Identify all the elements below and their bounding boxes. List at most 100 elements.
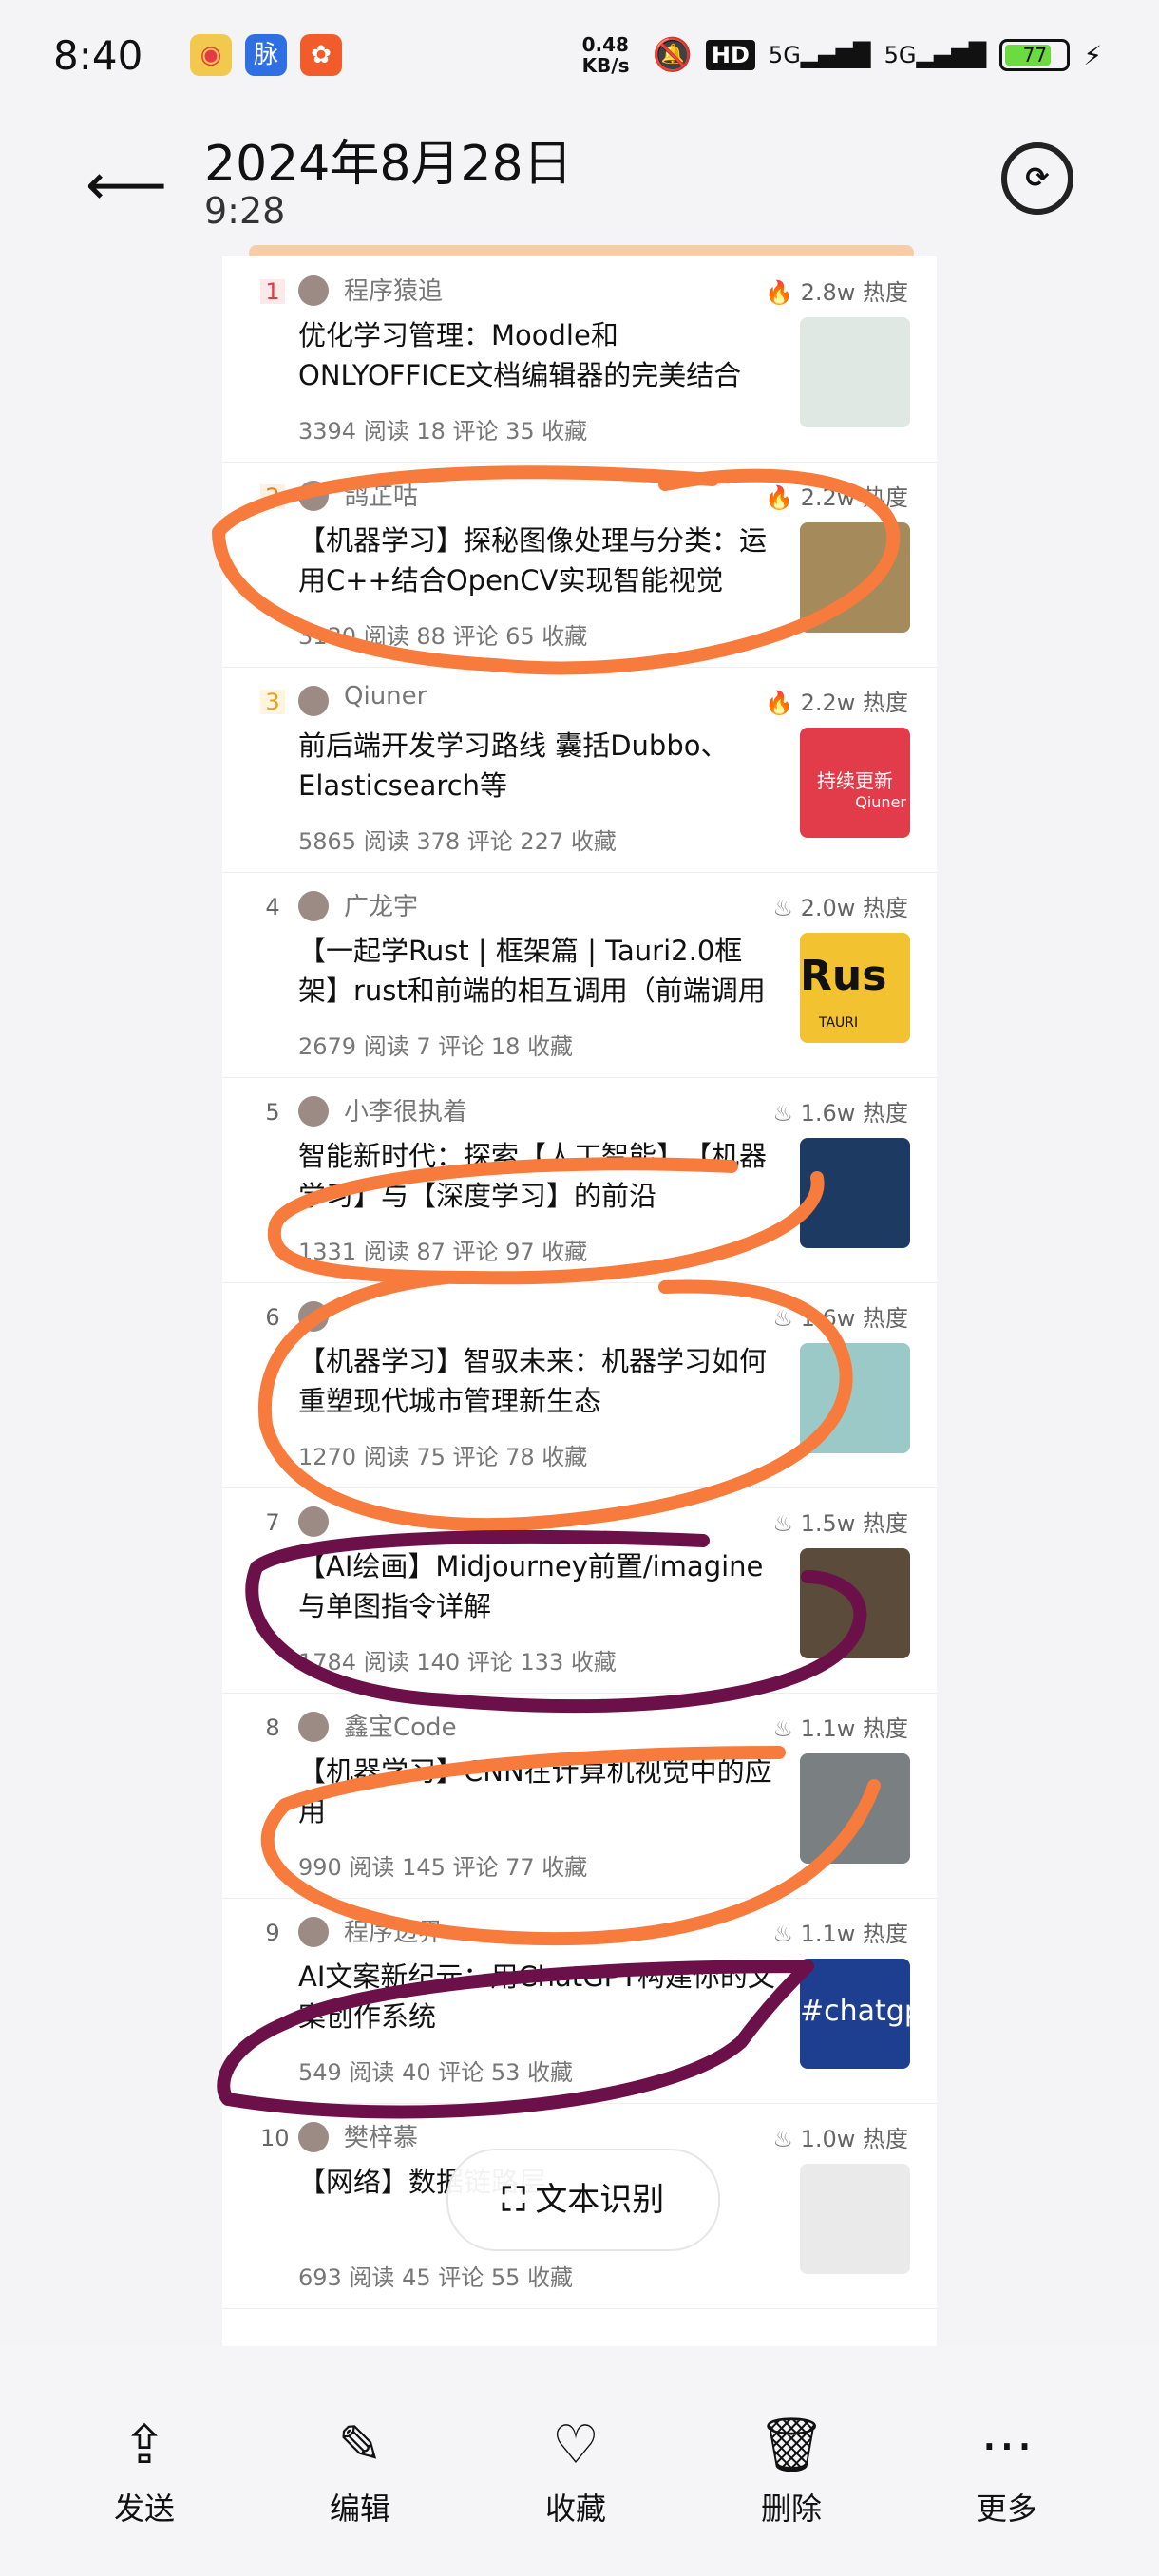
- article-title[interactable]: 【机器学习】智驭未来：机器学习如何重塑现代城市管理新生态: [298, 1341, 783, 1421]
- list-item[interactable]: 2 鸽芷咕 🔥 2.2w 热度【机器学习】探秘图像处理与分类：运用C++结合Open…: [222, 462, 937, 668]
- avatar[interactable]: [298, 275, 329, 306]
- article-title[interactable]: AI文案新纪元：用ChatGPT构建你的文案创作系统: [298, 1957, 783, 2036]
- action-edit[interactable]: ✎ 编辑: [303, 2413, 417, 2529]
- heat-score: 🔥 2.2w 热度: [765, 690, 908, 716]
- article-stats: 1784 阅读 140 评论 133 收藏: [298, 1649, 617, 1676]
- author-name[interactable]: 鸽芷咕: [344, 477, 418, 512]
- action-more[interactable]: ⋯ 更多: [950, 2413, 1064, 2529]
- avatar[interactable]: [298, 891, 329, 921]
- signal-2: 5G▂▄▆█: [884, 42, 987, 68]
- avatar[interactable]: [298, 686, 329, 716]
- thumb-caption: 持续更新: [817, 769, 893, 792]
- article-title[interactable]: 【一起学Rust | 框架篇 | Tauri2.0框架】rust和前端的相互调用…: [298, 931, 783, 1011]
- taobao-icon: ✿: [300, 34, 342, 76]
- article-thumbnail[interactable]: [800, 317, 910, 427]
- article-thumbnail[interactable]: [800, 1548, 910, 1658]
- rank-number: 6: [265, 1304, 280, 1331]
- screenshot-time: 9:28: [204, 190, 286, 232]
- flame-icon: 🔥: [765, 484, 793, 511]
- author-name[interactable]: 程序边界: [344, 1913, 443, 1948]
- rank-number: 2: [260, 484, 285, 509]
- list-item[interactable]: 1 程序猿追 🔥 2.8w 热度优化学习管理：Moodle和ONLYOFFICE文档…: [222, 256, 937, 463]
- rotate-icon[interactable]: ⟳: [1001, 142, 1074, 215]
- scan-icon: ⛶: [502, 2181, 525, 2219]
- article-thumbnail[interactable]: 持续更新 Qiuner: [800, 728, 910, 838]
- article-thumbnail[interactable]: [800, 1138, 910, 1248]
- action-share[interactable]: ⇪ 发送: [87, 2413, 201, 2529]
- article-thumbnail[interactable]: #chatgp: [800, 1959, 910, 2069]
- heat-score: ♨ 1.0w 热度: [772, 2126, 908, 2152]
- article-stats: 549 阅读 40 评论 53 收藏: [298, 2059, 574, 2086]
- list-item[interactable]: 5 小李很执着 ♨ 1.6w 热度 智能新时代：探索【人工智能】、【机器学习】与【深度…: [222, 1077, 937, 1283]
- back-arrow-icon[interactable]: ⟵: [86, 152, 167, 218]
- avatar[interactable]: [298, 1301, 329, 1332]
- maimai-icon: 脉: [245, 34, 287, 76]
- avatar[interactable]: [298, 481, 329, 511]
- rank-number: 1: [260, 279, 285, 304]
- rank-number: 9: [265, 1920, 280, 1946]
- list-item[interactable]: 3 Qiuner 🔥 2.2w 热度 前后端开发学习路线 囊括Dubbo、Elasti…: [222, 667, 937, 873]
- trash-icon: 🗑: [757, 2415, 826, 2476]
- heat-score: 🔥 2.8w 热度: [765, 279, 908, 306]
- article-title[interactable]: 前后端开发学习路线 囊括Dubbo、Elasticsearch等: [298, 726, 783, 805]
- author-name[interactable]: 程序猿追: [344, 272, 443, 307]
- rank-number: 10: [260, 2125, 290, 2151]
- list-item[interactable]: 8 鑫宝Code ♨ 1.1w 热度 【机器学习】CNN在计算机视觉中的应用 990 阅…: [222, 1693, 937, 1899]
- action-trash[interactable]: 🗑 删除: [734, 2413, 848, 2529]
- article-title[interactable]: 智能新时代：探索【人工智能】、【机器学习】与【深度学习】的前沿: [298, 1136, 783, 1216]
- list-item[interactable]: 7 ♨ 1.5w 热度【AI绘画】Midjourney前置/imagine与单图指…: [222, 1487, 937, 1694]
- battery-level: 77: [1022, 44, 1048, 66]
- article-stats: 5865 阅读 378 评论 227 收藏: [298, 828, 617, 855]
- article-thumbnail[interactable]: [800, 2164, 910, 2274]
- article-thumbnail[interactable]: [800, 1753, 910, 1864]
- flame-outline-icon: ♨: [772, 1100, 793, 1127]
- thumb-caption: Rus: [800, 952, 887, 1000]
- avatar[interactable]: [298, 1712, 329, 1742]
- article-title[interactable]: 【机器学习】CNN在计算机视觉中的应用: [298, 1752, 783, 1831]
- avatar[interactable]: [298, 2122, 329, 2152]
- status-bar: 8:40 ◉ 脉 ✿ 0.48 KB/s 🔕 HD 5G▂▄▆█ 5G▂▄▆█ …: [0, 0, 1159, 114]
- action-label: 删除: [760, 2491, 822, 2527]
- net-speed: 0.48 KB/s: [581, 33, 630, 77]
- author-name[interactable]: Qiuner: [344, 682, 427, 710]
- avatar[interactable]: [298, 1917, 329, 1947]
- action-heart[interactable]: ♡ 收藏: [519, 2413, 633, 2529]
- list-item[interactable]: 9 程序边界 ♨ 1.1w 热度 AI文案新纪元：用ChatGPT构建你的文案创作系统…: [222, 1898, 937, 2104]
- list-item[interactable]: 4 广龙宇 ♨ 2.0w 热度 【一起学Rust | 框架篇 | Tauri2.0框架…: [222, 872, 937, 1078]
- list-item[interactable]: 6 ♨ 1.6w 热度 【机器学习】智驭未来：机器学习如何重塑现代城市管理新生态 12…: [222, 1282, 937, 1488]
- author-name[interactable]: 樊梓慕: [344, 2118, 418, 2153]
- rank-number: 7: [265, 1509, 280, 1536]
- screenshot-date: 2024年8月28日: [204, 136, 573, 193]
- rank-number: 8: [265, 1714, 280, 1741]
- action-label: 更多: [976, 2491, 1037, 2527]
- article-stats: 1331 阅读 87 评论 97 收藏: [298, 1239, 588, 1265]
- author-name[interactable]: 鑫宝Code: [344, 1708, 457, 1743]
- article-title[interactable]: 【机器学习】探秘图像处理与分类：运用C++结合OpenCV实现智能视觉: [298, 521, 783, 600]
- author-name[interactable]: 广龙宇: [344, 887, 418, 922]
- share-icon: ⇪: [122, 2415, 167, 2476]
- author-name[interactable]: 小李很执着: [344, 1092, 467, 1127]
- article-thumbnail[interactable]: [800, 1343, 910, 1453]
- flame-icon: 🔥: [765, 279, 793, 306]
- avatar[interactable]: [298, 1096, 329, 1127]
- article-stats: 1270 阅读 75 评论 78 收藏: [298, 1444, 588, 1470]
- bottom-action-bar: ⇪ 发送 ✎ 编辑 ♡ 收藏 🗑 删除 ⋯ 更多: [0, 2346, 1159, 2576]
- article-stats: 3394 阅读 18 评论 35 收藏: [298, 418, 588, 445]
- heat-score: 🔥 2.2w 热度: [765, 484, 908, 511]
- weibo-icon: ◉: [190, 34, 232, 76]
- avatar[interactable]: [298, 1506, 329, 1537]
- flame-outline-icon: ♨: [772, 1921, 793, 1947]
- article-thumbnail[interactable]: [800, 522, 910, 633]
- article-title[interactable]: 【AI绘画】Midjourney前置/imagine与单图指令详解: [298, 1546, 783, 1626]
- article-title[interactable]: 优化学习管理：Moodle和ONLYOFFICE文档编辑器的完美结合: [298, 315, 783, 395]
- charging-icon: ⚡: [1083, 39, 1102, 71]
- article-thumbnail[interactable]: Rus TAURI: [800, 933, 910, 1043]
- text-recognition-button[interactable]: ⛶ 文本识别: [446, 2149, 720, 2251]
- status-app-icons: ◉ 脉 ✿: [190, 34, 342, 76]
- flame-outline-icon: ♨: [772, 1305, 793, 1332]
- heat-score: ♨ 1.6w 热度: [772, 1100, 908, 1127]
- heat-score: ♨ 1.5w 热度: [772, 1510, 908, 1537]
- text-recognition-label: 文本识别: [535, 2181, 665, 2219]
- viewer-header: ⟵ 2024年8月28日 9:28 ⟳: [0, 114, 1159, 256]
- status-indicators: 0.48 KB/s 🔕 HD 5G▂▄▆█ 5G▂▄▆█ 77 ⚡: [582, 34, 1102, 76]
